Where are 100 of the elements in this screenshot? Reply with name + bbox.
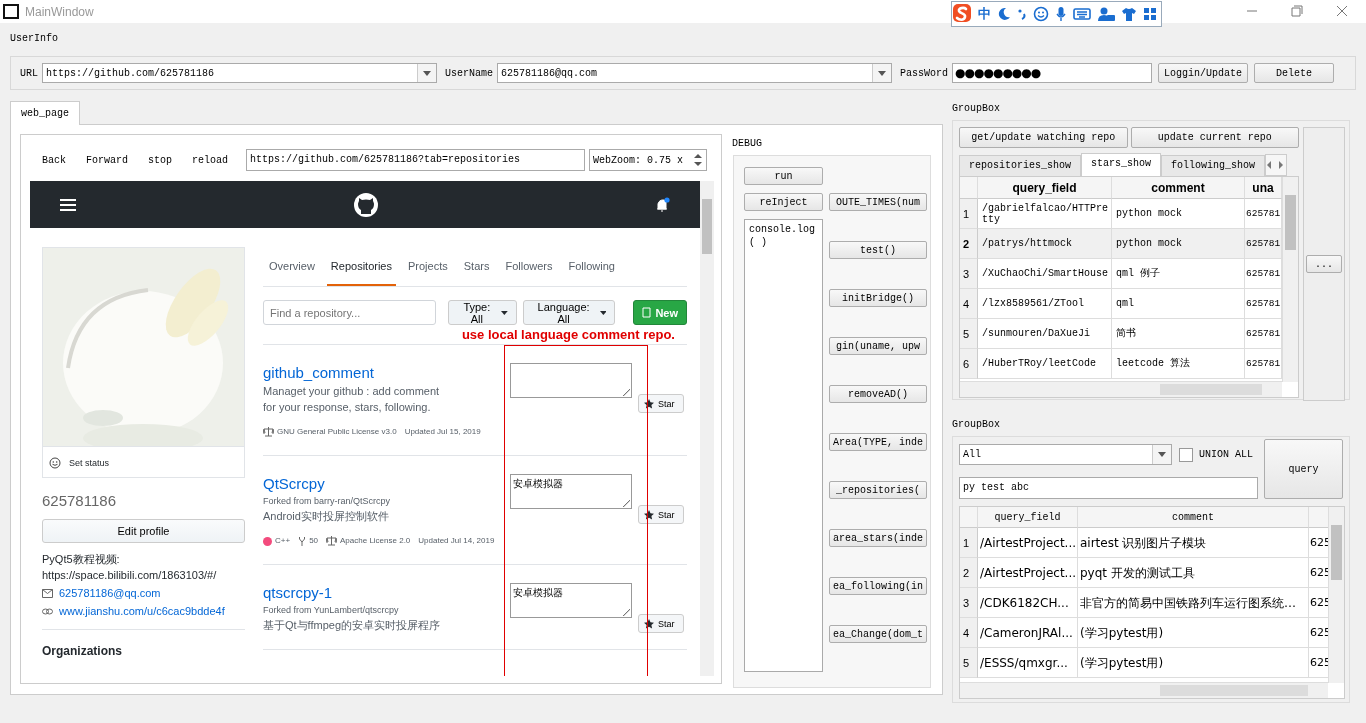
push-button[interactable]: run: [744, 167, 823, 185]
smiley-icon[interactable]: [1033, 6, 1049, 22]
combo-box[interactable]: 625781186@qq.com: [497, 63, 893, 83]
annotation-text: use local language comment repo.: [263, 326, 687, 345]
more-button[interactable]: ...: [1306, 255, 1342, 273]
row-number[interactable]: 2: [960, 229, 978, 259]
ime-logo-icon[interactable]: [952, 3, 972, 23]
menu-icon[interactable]: [60, 198, 76, 211]
row-number[interactable]: 5: [960, 648, 978, 678]
function-button[interactable]: area_stars(inde: [829, 529, 927, 547]
checkbox[interactable]: [1179, 447, 1193, 462]
push-button[interactable]: Delete: [1254, 63, 1335, 83]
row-number[interactable]: 6: [960, 349, 978, 379]
punctuation-icon[interactable]: [1017, 7, 1027, 21]
email-link[interactable]: 625781186@qq.com: [59, 585, 161, 601]
tab[interactable]: following_show: [1161, 155, 1266, 176]
vertical-scrollbar[interactable]: [1282, 177, 1298, 382]
repo-link[interactable]: qtscrcpy-1: [263, 583, 504, 603]
set-status-button[interactable]: Set status: [43, 446, 244, 478]
close-icon[interactable]: [1336, 5, 1348, 17]
zoom-spinbox[interactable]: WebZoom: 0.75 x: [589, 149, 708, 171]
user-icon[interactable]: [1097, 6, 1115, 22]
query-button[interactable]: query: [1264, 439, 1343, 499]
profile-tab[interactable]: Repositories: [326, 256, 396, 286]
tab[interactable]: stars_show: [1081, 153, 1162, 176]
bell-icon[interactable]: [656, 196, 670, 213]
row-number[interactable]: 5: [960, 319, 978, 349]
row-number[interactable]: 2: [960, 558, 978, 588]
function-button[interactable]: _repositories(: [829, 481, 927, 499]
function-button[interactable]: test(): [829, 241, 927, 259]
function-button[interactable]: gin(uname, upw: [829, 337, 927, 355]
profile-tab[interactable]: Following: [568, 256, 615, 286]
tab-scroll-buttons[interactable]: [1265, 154, 1288, 176]
function-button[interactable]: ea_following(in: [829, 577, 927, 595]
star-button[interactable]: Star: [638, 614, 684, 633]
row-number[interactable]: 1: [960, 199, 978, 229]
column-header[interactable]: query_field: [978, 177, 1112, 199]
push-button[interactable]: get/update watching repo: [959, 127, 1128, 148]
website-link[interactable]: www.jianshu.com/u/c6cac9bdde4f: [59, 603, 225, 619]
function-button[interactable]: OUTE_TIMES(num: [829, 193, 927, 211]
query-field[interactable]: py test abc: [959, 477, 1258, 499]
function-button[interactable]: removeAD(): [829, 385, 927, 403]
table-cell: (学习pytest用): [1078, 648, 1309, 678]
checkbox-label[interactable]: UNION ALL: [1199, 449, 1253, 460]
vertical-scrollbar[interactable]: [1328, 507, 1344, 683]
column-header[interactable]: una: [1245, 177, 1282, 199]
nav-button[interactable]: Back: [34, 154, 74, 166]
filter-dropdown[interactable]: Language: All: [522, 300, 616, 325]
column-header[interactable]: comment: [1112, 177, 1245, 199]
repo-link[interactable]: QtScrcpy: [263, 474, 504, 494]
search-field[interactable]: Find a repository...: [263, 300, 436, 325]
row-number[interactable]: 3: [960, 588, 978, 618]
column-header[interactable]: comment: [1078, 507, 1309, 528]
push-button[interactable]: reInject: [744, 193, 823, 211]
edit-profile-button[interactable]: Edit profile: [42, 519, 245, 543]
star-button[interactable]: Star: [638, 394, 684, 413]
comment-box[interactable]: 安卓模拟器: [510, 474, 632, 509]
row-number[interactable]: 4: [960, 289, 978, 319]
profile-tab[interactable]: Overview: [269, 256, 315, 286]
column-header[interactable]: query_field: [978, 507, 1078, 528]
profile-tab[interactable]: Followers: [505, 256, 553, 286]
profile-tab[interactable]: Stars: [463, 256, 490, 286]
function-button[interactable]: ea_Change(dom_t: [829, 625, 927, 643]
fork-count[interactable]: 50: [309, 534, 319, 548]
combo-box[interactable]: https://github.com/625781186: [42, 63, 437, 83]
restore-icon[interactable]: [1291, 5, 1303, 17]
vertical-scrollbar[interactable]: [700, 181, 714, 676]
comment-box[interactable]: [510, 363, 632, 398]
function-button[interactable]: Area(TYPE, inde: [829, 433, 927, 451]
cat-logo-icon[interactable]: [353, 191, 379, 218]
scope-combo-box[interactable]: All: [959, 444, 1172, 465]
profile-tab[interactable]: Projects: [408, 256, 448, 286]
password-field[interactable]: ●●●●●●●●●: [952, 63, 1153, 83]
nav-button[interactable]: stop: [140, 154, 181, 166]
row-number[interactable]: 4: [960, 618, 978, 648]
address-field[interactable]: https://github.com/625781186?tab=repositories: [246, 149, 586, 171]
grid-icon[interactable]: [1143, 7, 1157, 21]
scale-icon: [263, 427, 274, 437]
console-input[interactable]: console.log ( ): [744, 219, 823, 672]
function-button[interactable]: initBridge(): [829, 289, 927, 307]
row-number[interactable]: 1: [960, 528, 978, 558]
nav-button[interactable]: reload: [184, 154, 237, 166]
row-number[interactable]: 3: [960, 259, 978, 289]
table-cell: 625781: [1245, 229, 1282, 259]
keyboard-icon[interactable]: [1073, 7, 1091, 21]
shirt-icon[interactable]: [1121, 7, 1137, 21]
filter-dropdown[interactable]: Type: All: [447, 300, 517, 325]
moon-icon[interactable]: [997, 7, 1011, 21]
comment-box[interactable]: 安卓模拟器: [510, 583, 632, 618]
tab[interactable]: web_page: [10, 101, 80, 125]
horizontal-scrollbar[interactable]: [960, 381, 1282, 397]
repo-link[interactable]: github_comment: [263, 363, 504, 383]
push-button[interactable]: Loggin/Update: [1158, 63, 1249, 83]
push-button[interactable]: update current repo: [1130, 127, 1299, 148]
microphone-icon[interactable]: [1055, 6, 1067, 22]
ime-mode-toggle[interactable]: 中: [978, 5, 991, 23]
star-button[interactable]: Star: [638, 505, 684, 524]
tab[interactable]: repositories_show: [959, 155, 1082, 176]
horizontal-scrollbar[interactable]: [960, 682, 1328, 698]
nav-button[interactable]: Forward: [78, 154, 137, 166]
